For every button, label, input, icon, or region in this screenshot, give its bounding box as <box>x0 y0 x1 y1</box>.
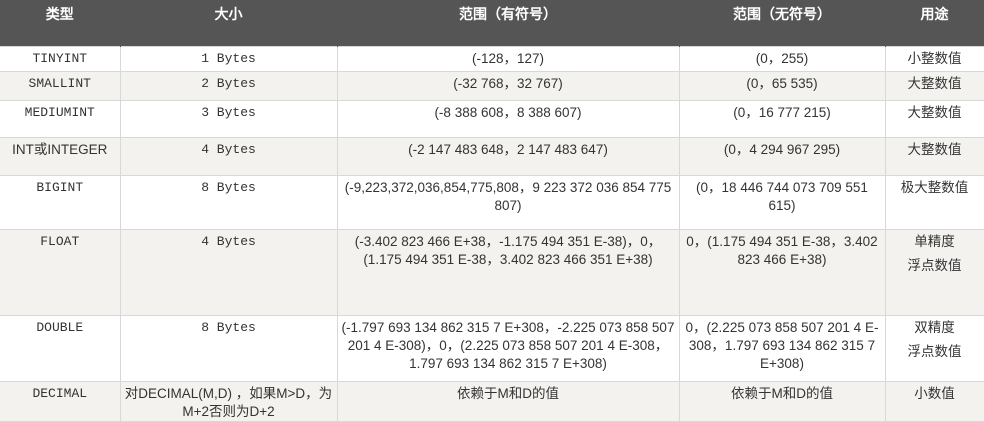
table-row: TINYINT 1 Bytes (-128，127) (0，255) 小整数值 <box>0 46 984 72</box>
use-cell: 极大整数值 <box>884 175 984 230</box>
signed-range-cell: (-32 768，32 767) <box>336 71 680 101</box>
header-row: 类型 大小 范围（有符号） 范围（无符号） 用途 <box>0 0 984 47</box>
use-cell: 双精度 浮点数值 <box>884 315 984 382</box>
signed-range-cell: (-8 388 608，8 388 607) <box>336 100 680 138</box>
size-cell: 4 Bytes <box>119 229 338 316</box>
use-cell: 单精度 浮点数值 <box>884 229 984 316</box>
use-cell: 大整数值 <box>884 100 984 138</box>
size-cell: 4 Bytes <box>119 137 338 176</box>
size-cell: 2 Bytes <box>119 71 338 101</box>
unsigned-range-cell: 0，(2.225 073 858 507 201 4 E-308，1.797 6… <box>678 315 886 382</box>
use-cell: 大整数值 <box>884 71 984 101</box>
signed-range-cell: (-3.402 823 466 E+38，-1.175 494 351 E-38… <box>336 229 680 316</box>
signed-range-cell: (-9,223,372,036,854,775,808，9 223 372 03… <box>336 175 680 230</box>
header-signed-range: 范围（有符号） <box>337 0 680 47</box>
size-cell: 1 Bytes <box>119 46 338 72</box>
header-use: 用途 <box>885 0 984 47</box>
type-cell: MEDIUMINT <box>0 100 121 138</box>
table-row: DOUBLE 8 Bytes (-1.797 693 134 862 315 7 E… <box>0 315 984 382</box>
header-unsigned-range: 范围（无符号） <box>679 0 886 47</box>
unsigned-range-cell: (0，255) <box>678 46 886 72</box>
unsigned-range-cell: (0，4 294 967 295) <box>678 137 886 176</box>
use-cell: 小整数值 <box>884 46 984 72</box>
type-cell: INT或INTEGER <box>0 137 121 176</box>
unsigned-range-cell: (0，16 777 215) <box>678 100 886 138</box>
signed-range-cell: (-1.797 693 134 862 315 7 E+308，-2.225 0… <box>336 315 680 382</box>
signed-range-cell: (-2 147 483 648，2 147 483 647) <box>336 137 680 176</box>
size-cell: 8 Bytes <box>119 175 338 230</box>
size-cell: 8 Bytes <box>119 315 338 382</box>
type-cell: FLOAT <box>0 229 121 316</box>
type-cell: TINYINT <box>0 46 121 72</box>
unsigned-range-cell: (0，18 446 744 073 709 551 615) <box>678 175 886 230</box>
header-size: 大小 <box>120 0 338 47</box>
use-cell: 大整数值 <box>884 137 984 176</box>
type-cell: DOUBLE <box>0 315 121 382</box>
type-cell: BIGINT <box>0 175 121 230</box>
table-row: INT或INTEGER 4 Bytes (-2 147 483 648，2 147 … <box>0 137 984 176</box>
table-row: FLOAT 4 Bytes (-3.402 823 466 E+38，-1.175 … <box>0 229 984 316</box>
table-row: SMALLINT 2 Bytes (-32 768，32 767) (0，65 535… <box>0 71 984 101</box>
header-type: 类型 <box>0 0 121 47</box>
table-row: MEDIUMINT 3 Bytes (-8 388 608，8 388 607) (0… <box>0 100 984 138</box>
unsigned-range-cell: (0，65 535) <box>678 71 886 101</box>
type-cell: SMALLINT <box>0 71 121 101</box>
size-cell: 3 Bytes <box>119 100 338 138</box>
table-row: BIGINT 8 Bytes (-9,223,372,036,854,775,808… <box>0 175 984 230</box>
signed-range-cell: (-128，127) <box>336 46 680 72</box>
unsigned-range-cell: 0，(1.175 494 351 E-38，3.402 823 466 E+38… <box>678 229 886 316</box>
mysql-numeric-types-table: 类型 大小 范围（有符号） 范围（无符号） 用途 TINYINT 1 Bytes(… <box>0 0 984 422</box>
